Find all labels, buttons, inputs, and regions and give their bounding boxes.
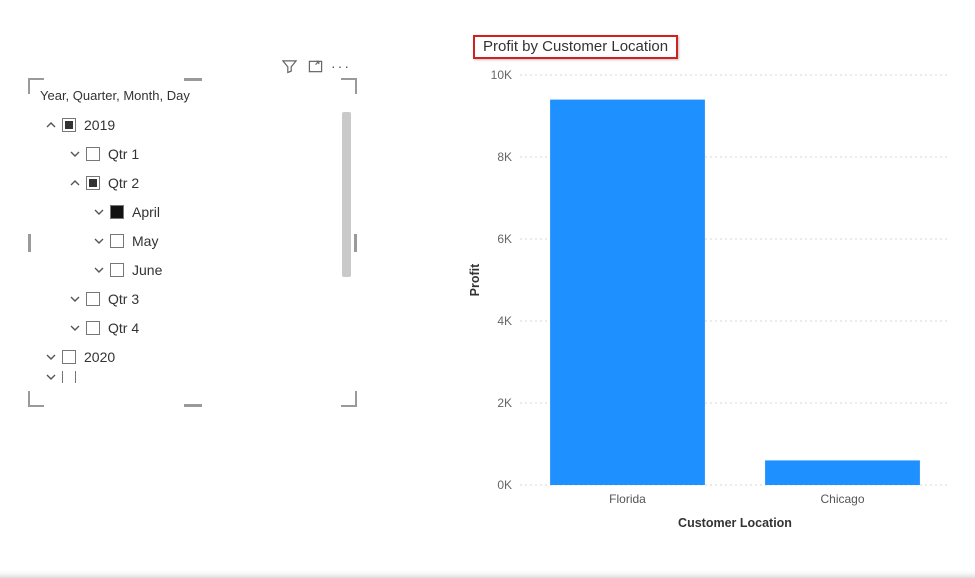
slicer-container[interactable]: Year, Quarter, Month, Day 2019 Qtr 1 Qtr 2… bbox=[30, 80, 355, 405]
focus-mode-icon[interactable] bbox=[307, 58, 323, 74]
resize-handle-bottom[interactable] bbox=[184, 404, 202, 407]
tree-row[interactable] bbox=[34, 371, 337, 383]
tree-checkbox[interactable] bbox=[86, 292, 100, 306]
tree-row[interactable]: Qtr 3 bbox=[34, 284, 337, 313]
resize-handle-left[interactable] bbox=[28, 234, 31, 252]
tree-label: June bbox=[132, 262, 162, 278]
tree-checkbox[interactable] bbox=[110, 263, 124, 277]
y-tick-label: 2K bbox=[497, 396, 512, 410]
chevron-down-icon[interactable] bbox=[64, 293, 86, 305]
tree-label: Qtr 3 bbox=[108, 291, 139, 307]
tree-checkbox[interactable] bbox=[86, 147, 100, 161]
chevron-down-icon[interactable] bbox=[64, 148, 86, 160]
tree-row[interactable]: June bbox=[34, 255, 337, 284]
resize-handle-tr[interactable] bbox=[341, 78, 357, 94]
page-bottom-shadow bbox=[0, 566, 975, 578]
tree-checkbox[interactable] bbox=[62, 371, 76, 383]
resize-handle-tl[interactable] bbox=[28, 78, 44, 94]
chevron-down-icon[interactable] bbox=[40, 351, 62, 363]
chart-title: Profit by Customer Location bbox=[473, 35, 678, 59]
slicer-visual: ··· Year, Quarter, Month, Day 2019Qtr 1Q… bbox=[30, 80, 355, 405]
resize-handle-br[interactable] bbox=[341, 391, 357, 407]
tree-checkbox[interactable] bbox=[86, 321, 100, 335]
chevron-down-icon[interactable] bbox=[40, 371, 62, 383]
tree-label: May bbox=[132, 233, 158, 249]
tree-label: Qtr 2 bbox=[108, 175, 139, 191]
chevron-down-icon[interactable] bbox=[64, 322, 86, 334]
tree-label: Qtr 4 bbox=[108, 320, 139, 336]
chart-body: 0K 2K 4K 6K 8K 10K Florida Chicago Customer Loca… bbox=[465, 65, 955, 548]
tree-checkbox[interactable] bbox=[62, 350, 76, 364]
chevron-up-icon[interactable] bbox=[40, 119, 62, 131]
y-tick-label: 6K bbox=[497, 232, 512, 246]
tree-row[interactable]: May bbox=[34, 226, 337, 255]
x-axis-label: Customer Location bbox=[678, 516, 792, 530]
scrollbar-thumb[interactable] bbox=[342, 112, 351, 277]
filter-icon[interactable] bbox=[281, 58, 297, 74]
y-tick-label: 4K bbox=[497, 314, 512, 328]
chevron-down-icon[interactable] bbox=[88, 264, 110, 276]
scrollbar-track[interactable] bbox=[342, 112, 351, 384]
tree-label: 2019 bbox=[84, 117, 115, 133]
tree-checkbox[interactable] bbox=[110, 205, 124, 219]
tree-checkbox[interactable] bbox=[62, 118, 76, 132]
y-axis-label: Profit bbox=[468, 263, 482, 296]
tree-checkbox[interactable] bbox=[110, 234, 124, 248]
tree-row[interactable]: April bbox=[34, 197, 337, 226]
resize-handle-top[interactable] bbox=[184, 78, 202, 81]
tree-row[interactable]: Qtr 1 bbox=[34, 139, 337, 168]
resize-handle-right[interactable] bbox=[354, 234, 357, 252]
y-tick-label: 0K bbox=[497, 478, 512, 492]
tree-row[interactable]: Qtr 2 bbox=[34, 168, 337, 197]
tree-label: April bbox=[132, 204, 160, 220]
tree-row[interactable]: 2019 bbox=[34, 110, 337, 139]
slicer-tree: 2019 Qtr 1 Qtr 2 April May June Qtr 3 Qtr 4 2020 bbox=[34, 110, 337, 399]
chart-visual: Profit by Customer Location 0K 2K 4K 6K 8K 10… bbox=[465, 35, 955, 555]
tree-checkbox[interactable] bbox=[86, 176, 100, 190]
x-tick-label: Florida bbox=[609, 492, 646, 506]
chevron-down-icon[interactable] bbox=[88, 206, 110, 218]
chevron-down-icon[interactable] bbox=[88, 235, 110, 247]
x-tick-label: Chicago bbox=[820, 492, 864, 506]
chart-bar[interactable] bbox=[550, 100, 705, 485]
tree-label: 2020 bbox=[84, 349, 115, 365]
tree-row[interactable]: Qtr 4 bbox=[34, 313, 337, 342]
chevron-up-icon[interactable] bbox=[64, 177, 86, 189]
y-tick-label: 10K bbox=[491, 68, 512, 82]
chart-bar[interactable] bbox=[765, 460, 920, 485]
slicer-title: Year, Quarter, Month, Day bbox=[30, 80, 355, 107]
visual-toolbar: ··· bbox=[281, 58, 349, 74]
tree-row[interactable]: 2020 bbox=[34, 342, 337, 371]
tree-label: Qtr 1 bbox=[108, 146, 139, 162]
more-options-icon[interactable]: ··· bbox=[333, 58, 349, 74]
y-tick-label: 8K bbox=[497, 150, 512, 164]
